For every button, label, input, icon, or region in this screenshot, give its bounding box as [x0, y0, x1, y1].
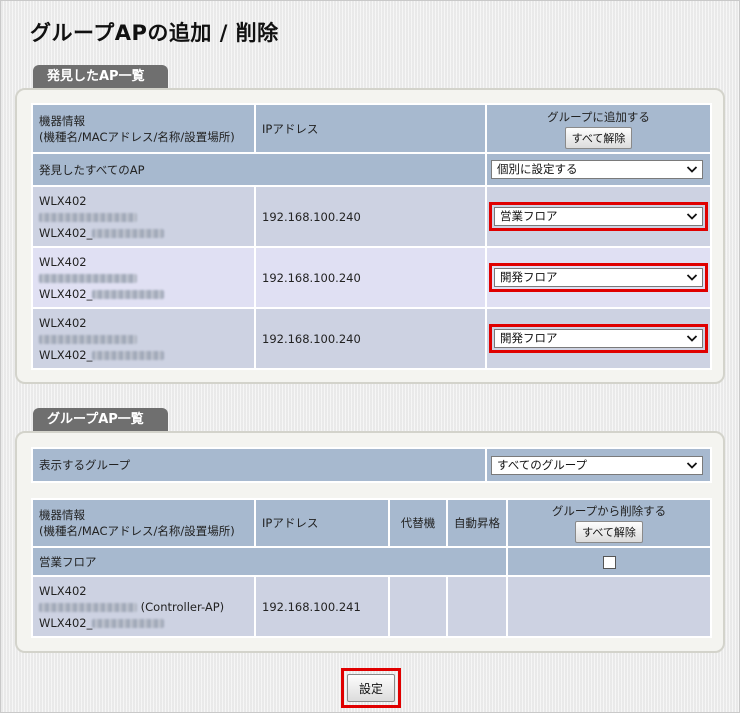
model-name: WLX402: [39, 254, 87, 269]
ip-address: 192.168.100.241: [254, 575, 390, 638]
device-info-cell: WLX402 WLX402_: [31, 307, 256, 370]
discovered-header-row: 機器情報 (機種名/MACアドレス/名称/設置場所) IPアドレス グループに追…: [31, 103, 712, 154]
add-to-group-header: グループに追加する すべて解除: [485, 103, 712, 154]
device-info-cell: WLX402 (Controller-AP) WLX402_: [31, 575, 256, 638]
group-filter-table: 表示するグループ すべてのグループ: [31, 447, 712, 483]
discovered-ap-tab: 発見したAP一覧: [33, 65, 168, 89]
device-name-prefix: WLX402_: [39, 347, 93, 362]
device-info-header: 機器情報 (機種名/MACアドレス/名称/設置場所): [31, 498, 256, 548]
group-select-highlight: 開発フロア: [489, 263, 708, 292]
device-name-redacted: [92, 289, 165, 299]
all-ap-row: 発見したすべてのAP 個別に設定する: [31, 152, 712, 187]
clear-all-button[interactable]: すべて解除: [564, 126, 633, 149]
device-info-label: 機器情報: [39, 113, 85, 128]
device-role: (Controller-AP): [140, 599, 225, 614]
group-select[interactable]: 開発フロア: [494, 268, 703, 287]
device-name-prefix: WLX402_: [39, 286, 93, 301]
discovered-row: WLX402 WLX402_ 192.168.100.240 営業フロア: [31, 185, 712, 248]
mac-address-redacted: [39, 331, 248, 347]
device-info-cell: WLX402 WLX402_: [31, 246, 256, 309]
device-name-prefix: WLX402_: [39, 615, 93, 630]
discovered-row: WLX402 WLX402_ 192.168.100.240 開発フロア: [31, 246, 712, 309]
chevron-down-icon: [686, 335, 698, 342]
device-name-redacted: [92, 350, 165, 360]
group-ap-tab: グループAP一覧: [33, 408, 168, 432]
group-ap-table: 機器情報 (機種名/MACアドレス/名称/設置場所) IPアドレス 代替機 自動…: [31, 498, 712, 638]
group-select[interactable]: 営業フロア: [494, 207, 703, 226]
chevron-down-icon: [686, 274, 698, 281]
add-to-group-label: グループに追加する: [547, 109, 650, 124]
remove-from-group-label: グループから削除する: [551, 504, 667, 518]
device-name-redacted: [92, 228, 165, 238]
device-info-header: 機器情報 (機種名/MACアドレス/名称/設置場所): [31, 103, 256, 154]
chevron-down-icon: [686, 213, 698, 220]
ip-address: 192.168.100.240: [254, 307, 487, 370]
discovered-row: WLX402 WLX402_ 192.168.100.240 開発フロア: [31, 307, 712, 370]
submit-button[interactable]: 設定: [347, 674, 395, 702]
chevron-down-icon: [686, 166, 698, 173]
remove-cell: [506, 575, 712, 638]
group-name: 営業フロア: [31, 546, 508, 577]
clear-all-button[interactable]: すべて解除: [575, 521, 643, 543]
auto-promote-header: 自動昇格: [446, 498, 508, 548]
show-group-label: 表示するグループ: [31, 447, 487, 483]
device-name-prefix: WLX402_: [39, 225, 93, 240]
all-ap-label: 発見したすべてのAP: [31, 152, 487, 187]
mac-address-redacted: [39, 602, 137, 612]
ip-address: 192.168.100.240: [254, 185, 487, 248]
show-group-select[interactable]: すべてのグループ: [491, 455, 703, 475]
page-title: グループAPの追加 / 削除: [30, 21, 279, 45]
ip-address: 192.168.100.240: [254, 246, 487, 309]
device-name-redacted: [92, 618, 165, 628]
group-select[interactable]: 開発フロア: [494, 329, 703, 348]
mac-address-redacted: [39, 209, 248, 225]
device-info-cell: WLX402 WLX402_: [31, 185, 256, 248]
group-ap-row: WLX402 (Controller-AP) WLX402_ 192.168.1…: [31, 575, 712, 638]
remove-group-checkbox[interactable]: [602, 555, 616, 569]
model-name: WLX402: [39, 193, 87, 208]
ip-header: IPアドレス: [254, 498, 390, 548]
chevron-down-icon: [686, 461, 698, 469]
auto-promote-cell: [446, 575, 508, 638]
group-filter-row: 表示するグループ すべてのグループ: [31, 447, 712, 483]
model-name: WLX402: [39, 583, 87, 598]
device-info-sublabel: (機種名/MACアドレス/名称/設置場所): [39, 524, 235, 538]
device-info-sublabel: (機種名/MACアドレス/名称/設置場所): [39, 129, 235, 144]
alternate-header: 代替機: [388, 498, 448, 548]
all-ap-select[interactable]: 個別に設定する: [491, 160, 703, 179]
group-ap-header-row: 機器情報 (機種名/MACアドレス/名称/設置場所) IPアドレス 代替機 自動…: [31, 498, 712, 548]
mac-address-redacted: [39, 270, 248, 286]
submit-highlight: 設定: [341, 668, 401, 708]
ip-header: IPアドレス: [254, 103, 487, 154]
group-name-row: 営業フロア: [31, 546, 712, 577]
group-select-highlight: 営業フロア: [489, 202, 708, 231]
remove-from-group-header: グループから削除する すべて解除: [506, 498, 712, 548]
model-name: WLX402: [39, 315, 87, 330]
device-info-label: 機器情報: [39, 508, 85, 522]
discovered-ap-table: 機器情報 (機種名/MACアドレス/名称/設置場所) IPアドレス グループに追…: [31, 103, 712, 370]
alternate-cell: [388, 575, 448, 638]
group-select-highlight: 開発フロア: [489, 324, 708, 353]
